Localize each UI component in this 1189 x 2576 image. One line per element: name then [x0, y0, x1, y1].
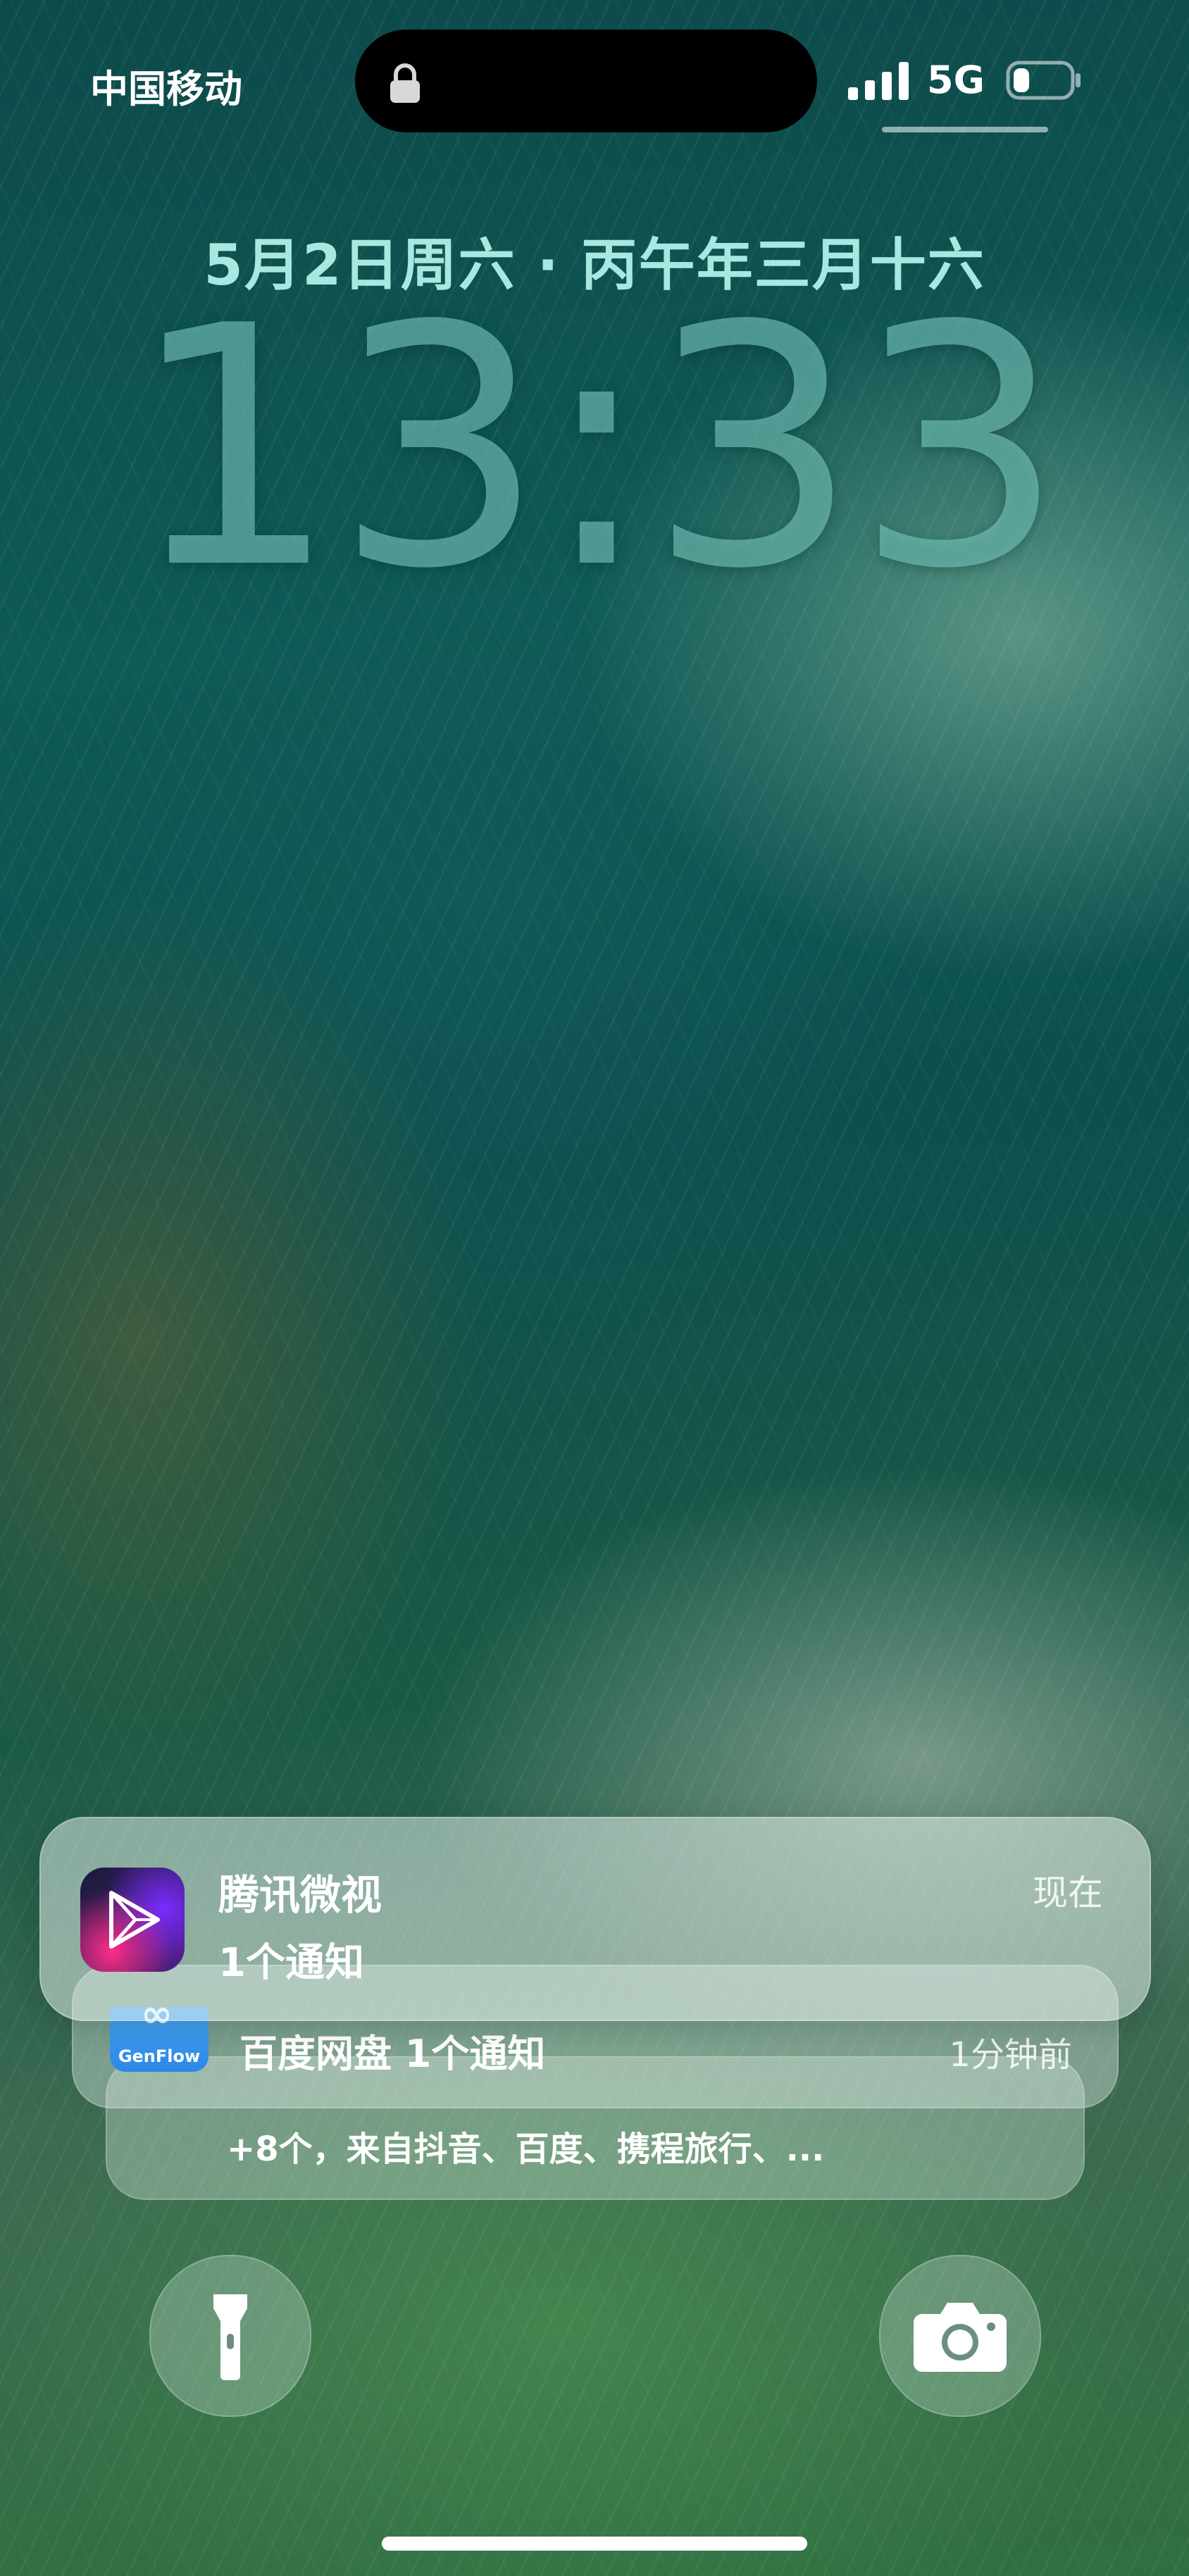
notification-app-name: 腾讯微视	[218, 1871, 382, 1919]
notification-baidu-time: 1分钟前	[949, 2035, 1072, 2075]
camera-icon	[914, 2303, 1007, 2372]
notification-weishi[interactable]: 腾讯微视 1个通知 现在	[39, 1817, 1151, 2021]
lock-screen-clock: 13:33	[127, 256, 1065, 641]
flashlight-icon	[213, 2294, 247, 2380]
notification-baidu-text: 百度网盘 1个通知	[239, 2032, 546, 2076]
dynamic-island	[355, 30, 817, 132]
baidu-icon-label: GenFlow	[118, 2046, 201, 2066]
flashlight-button[interactable]	[149, 2255, 311, 2417]
battery-icon	[1006, 61, 1081, 100]
home-indicator[interactable]	[382, 2537, 807, 2551]
camera-button[interactable]	[879, 2255, 1041, 2417]
stack-more-text: +8个，来自抖音、百度、携程旅行、...	[227, 2130, 825, 2169]
weishi-app-icon	[80, 1868, 185, 1972]
notification-time: 现在	[1033, 1872, 1103, 1913]
carrier-name: 中国移动	[90, 67, 242, 111]
cellular-signal-icon	[848, 62, 909, 100]
notification-body: 1个通知	[218, 1940, 364, 1986]
lock-screen: 中国移动 5G 5月2日周六 · 丙午年三月十六 13:33 +8个，来自抖音、…	[0, 0, 1189, 2576]
network-type: 5G	[927, 58, 985, 102]
lock-icon	[390, 63, 420, 103]
control-center-indicator[interactable]	[882, 127, 1048, 132]
